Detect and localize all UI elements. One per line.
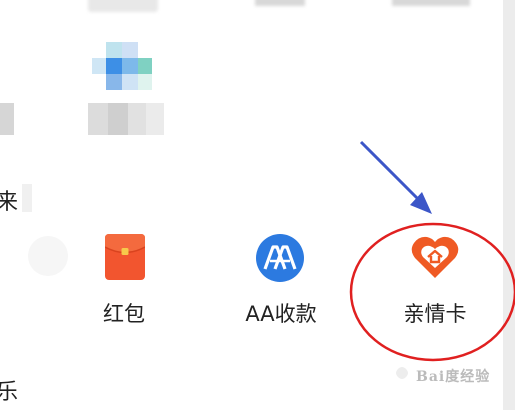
aa-collect-button[interactable]: AA收款 [236,234,326,330]
left-edge-blurred-block [0,103,14,135]
family-card-icon [411,234,459,280]
red-packet-icon [104,234,146,280]
red-packet-label: 红包 [103,302,145,326]
blurred-contact-avatar[interactable] [92,42,152,94]
family-card-button[interactable]: 亲情卡 [385,232,485,330]
left-cut-label-upper: 来 [0,190,19,215]
watermark-text: Bai度经验 [416,369,491,385]
right-edge-strip [503,0,515,410]
blurred-contact-label [88,103,164,135]
family-card-label: 亲情卡 [403,302,467,326]
faint-blurred-circle [28,236,68,276]
top-cut-item-mid [255,0,305,6]
left-cut-smudge [22,184,32,212]
aa-collect-icon [256,234,304,282]
aa-collect-label: AA收款 [245,302,317,326]
left-cut-label-lower: 乐 [0,380,19,405]
top-cut-item-right [392,0,470,6]
transfer-actions-panel: 来 乐 红包 AA收款 亲情卡 [0,0,503,410]
top-cut-item-left [88,0,158,12]
red-packet-button[interactable]: 红包 [84,234,164,330]
